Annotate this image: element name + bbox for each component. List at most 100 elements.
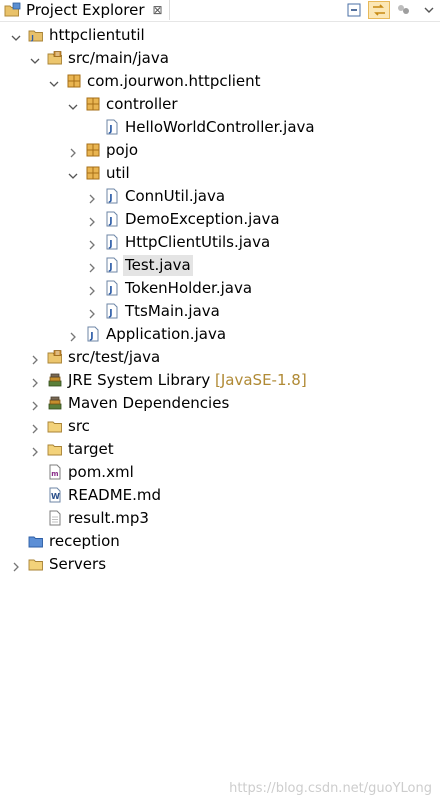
package-icon [66, 73, 82, 89]
tree-item-jre-system-library[interactable]: JRE System Library [JavaSE-1.8] [0, 369, 440, 392]
package-icon [85, 142, 101, 158]
tree-item-tokenholder-java[interactable]: J TokenHolder.java [0, 277, 440, 300]
chevron-right-icon[interactable] [86, 259, 98, 273]
svg-text:J: J [108, 240, 112, 250]
tree-item-httpclientutil[interactable]: J httpclientutil [0, 24, 440, 47]
tree-item-label: result.mp3 [68, 509, 149, 527]
tree-item-label: controller [106, 95, 178, 113]
tree-item-src-main-java[interactable]: src/main/java [0, 47, 440, 70]
tree-item-label: com.jourwon.httpclient [87, 72, 261, 90]
tree-item-label: httpclientutil [49, 26, 145, 44]
tree-item-application-java[interactable]: J Application.java [0, 323, 440, 346]
chevron-right-icon[interactable] [86, 305, 98, 319]
tree-item-com-jourwon-httpclient[interactable]: com.jourwon.httpclient [0, 70, 440, 93]
file-icon [47, 510, 63, 526]
java-file-icon: J [104, 119, 120, 135]
tree-item-result-mp3[interactable]: result.mp3 [0, 507, 440, 530]
view-menu-icon[interactable] [418, 1, 440, 19]
java-file-icon: J [104, 211, 120, 227]
folder-icon [47, 418, 63, 434]
java-file-icon: J [104, 280, 120, 296]
tree-item-label: pom.xml [68, 463, 134, 481]
link-with-editor-icon[interactable] [368, 1, 390, 19]
package-icon [85, 96, 101, 112]
tree-item-label: HelloWorldController.java [125, 118, 315, 136]
chevron-right-icon[interactable] [86, 282, 98, 296]
tree-item-label: src/main/java [68, 49, 169, 67]
chevron-down-icon[interactable] [67, 167, 79, 179]
java-project-icon: J [28, 27, 44, 43]
tree-item-pom-xml[interactable]: m pom.xml [0, 461, 440, 484]
svg-text:J: J [30, 34, 34, 42]
tree-item-label: Maven Dependencies [68, 394, 230, 412]
tree-item-label: TokenHolder.java [125, 279, 253, 297]
chevron-right-icon[interactable] [86, 190, 98, 204]
folder-icon [28, 556, 44, 572]
chevron-down-icon[interactable] [67, 98, 79, 110]
tree-item-demoexception-java[interactable]: J DemoException.java [0, 208, 440, 231]
tree-item-src[interactable]: src [0, 415, 440, 438]
tree-item-label: src [68, 417, 90, 435]
tree-item-reception[interactable]: reception [0, 530, 440, 553]
tree-item-label: Test.java [123, 255, 193, 276]
chevron-right-icon[interactable] [10, 558, 22, 572]
tree-item-label: src/test/java [68, 348, 161, 366]
source-folder-icon [47, 50, 63, 66]
tree-item-label: util [106, 164, 130, 182]
project-explorer-icon [4, 1, 22, 19]
text-file-icon: W [47, 487, 63, 503]
chevron-right-icon[interactable] [29, 420, 41, 434]
tree-item-label: Application.java [106, 325, 227, 343]
chevron-right-icon[interactable] [67, 328, 79, 342]
svg-text:J: J [89, 332, 93, 342]
java-file-icon: J [104, 188, 120, 204]
close-icon[interactable]: ⊠ [153, 4, 163, 16]
chevron-down-icon[interactable] [48, 75, 60, 87]
tree-item-label: Servers [49, 555, 107, 573]
chevron-right-icon[interactable] [86, 213, 98, 227]
chevron-right-icon[interactable] [86, 236, 98, 250]
tree-item-label: README.md [68, 486, 162, 504]
project-tree: J httpclientutil src/main/java com.jourw… [0, 24, 440, 576]
java-file-icon: J [104, 234, 120, 250]
chevron-down-icon[interactable] [29, 52, 41, 64]
tree-item-servers[interactable]: Servers [0, 553, 440, 576]
chevron-right-icon[interactable] [29, 374, 41, 388]
chevron-down-icon[interactable] [10, 29, 22, 41]
select-working-set-icon[interactable] [393, 1, 415, 19]
tree-item-httpclientutils-java[interactable]: J HttpClientUtils.java [0, 231, 440, 254]
svg-text:J: J [108, 263, 112, 273]
tree-item-label: HttpClientUtils.java [125, 233, 271, 251]
tree-item-test-java[interactable]: J Test.java [0, 254, 440, 277]
svg-text:J: J [108, 309, 112, 319]
tree-item-maven-dependencies[interactable]: Maven Dependencies [0, 392, 440, 415]
java-file-icon: J [85, 326, 101, 342]
svg-text:J: J [108, 194, 112, 204]
chevron-right-icon[interactable] [29, 351, 41, 365]
tree-item-label: reception [49, 532, 120, 550]
tree-item-pojo[interactable]: pojo [0, 139, 440, 162]
tree-item-decoration: [JavaSE-1.8] [210, 371, 307, 389]
tree-item-helloworldcontroller-java[interactable]: J HelloWorldController.java [0, 116, 440, 139]
tree-item-label: ConnUtil.java [125, 187, 226, 205]
tree-item-connutil-java[interactable]: J ConnUtil.java [0, 185, 440, 208]
chevron-right-icon[interactable] [67, 144, 79, 158]
folder-icon [47, 441, 63, 457]
view-toolbar [340, 0, 440, 20]
collapse-all-icon[interactable] [343, 1, 365, 19]
tree-item-controller[interactable]: controller [0, 93, 440, 116]
chevron-right-icon[interactable] [29, 397, 41, 411]
tree-item-readme-md[interactable]: W README.md [0, 484, 440, 507]
java-file-icon: J [104, 303, 120, 319]
tree-item-target[interactable]: target [0, 438, 440, 461]
tree-item-ttsmain-java[interactable]: J TtsMain.java [0, 300, 440, 323]
watermark: https://blog.csdn.net/guoYLong [229, 781, 432, 796]
tree-item-label: JRE System Library [JavaSE-1.8] [68, 371, 307, 389]
chevron-right-icon[interactable] [29, 443, 41, 457]
tree-item-util[interactable]: util [0, 162, 440, 185]
tab-project-explorer[interactable]: Project Explorer ⊠ [0, 0, 170, 20]
svg-text:J: J [108, 125, 112, 135]
tree-item-src-test-java[interactable]: src/test/java [0, 346, 440, 369]
tree-item-label: target [68, 440, 114, 458]
package-icon [85, 165, 101, 181]
